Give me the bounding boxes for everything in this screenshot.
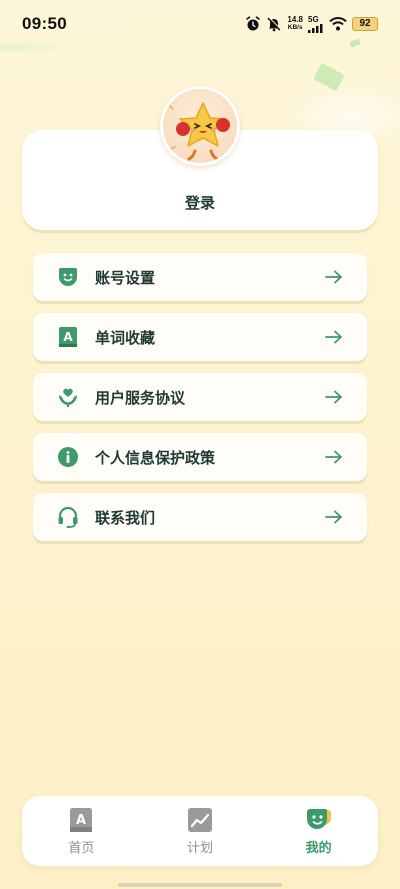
- battery-icon: 92: [352, 17, 378, 31]
- smile-face-icon: [57, 266, 79, 288]
- tab-label: 计划: [186, 840, 213, 856]
- signal-icon: [308, 23, 323, 33]
- tab-home[interactable]: A 首页: [36, 807, 126, 856]
- menu-item-contact-us[interactable]: 联系我们: [33, 493, 367, 541]
- svg-text:A: A: [76, 813, 86, 828]
- menu-item-label: 联系我们: [95, 508, 156, 527]
- svg-text:A: A: [63, 330, 73, 344]
- tab-label: 我的: [305, 840, 332, 856]
- info-icon: [57, 446, 79, 468]
- alarm-icon: [246, 16, 261, 31]
- plan-chart-icon: [187, 807, 212, 832]
- status-icons: 14.8 KB/s 5G 92: [245, 15, 378, 33]
- hands-heart-icon: [57, 386, 79, 408]
- arrow-right-icon: [325, 270, 342, 284]
- arrow-right-icon: [325, 390, 342, 404]
- status-bar: 09:50 14.8 KB/s 5G 92: [0, 0, 400, 48]
- menu-item-label: 单词收藏: [95, 328, 156, 347]
- menu-item-word-favorites[interactable]: A 单词收藏: [33, 313, 367, 361]
- wifi-icon: [329, 17, 347, 31]
- menu-item-account-settings[interactable]: 账号设置: [33, 253, 367, 301]
- menu-item-privacy-policy[interactable]: 个人信息保护政策: [33, 433, 367, 481]
- avatar[interactable]: [160, 86, 240, 166]
- login-button[interactable]: 登录: [22, 192, 378, 213]
- star-mascot-avatar: [168, 95, 237, 161]
- arrow-right-icon: [325, 510, 342, 524]
- network-speed: 14.8 KB/s: [287, 15, 303, 32]
- menu-item-label: 个人信息保护政策: [95, 448, 216, 467]
- home-indicator[interactable]: [118, 883, 282, 887]
- home-book-icon: A: [70, 807, 93, 832]
- status-time: 09:50: [22, 14, 67, 33]
- mute-icon: [267, 16, 282, 32]
- arrow-right-icon: [325, 450, 342, 464]
- word-book-icon: A: [57, 326, 79, 348]
- tab-label: 首页: [68, 840, 95, 856]
- menu-item-label: 用户服务协议: [95, 388, 186, 407]
- profile-face-icon: [306, 808, 331, 829]
- headset-icon: [57, 506, 79, 528]
- menu-item-user-agreement[interactable]: 用户服务协议: [33, 373, 367, 421]
- menu-item-label: 账号设置: [95, 268, 156, 287]
- signal-indicator: 5G: [308, 15, 324, 33]
- arrow-right-icon: [325, 330, 342, 344]
- tab-plan[interactable]: 计划: [155, 807, 245, 856]
- bottom-navigation: A 首页 计划 我的: [22, 796, 378, 866]
- tab-mine[interactable]: 我的: [274, 807, 364, 856]
